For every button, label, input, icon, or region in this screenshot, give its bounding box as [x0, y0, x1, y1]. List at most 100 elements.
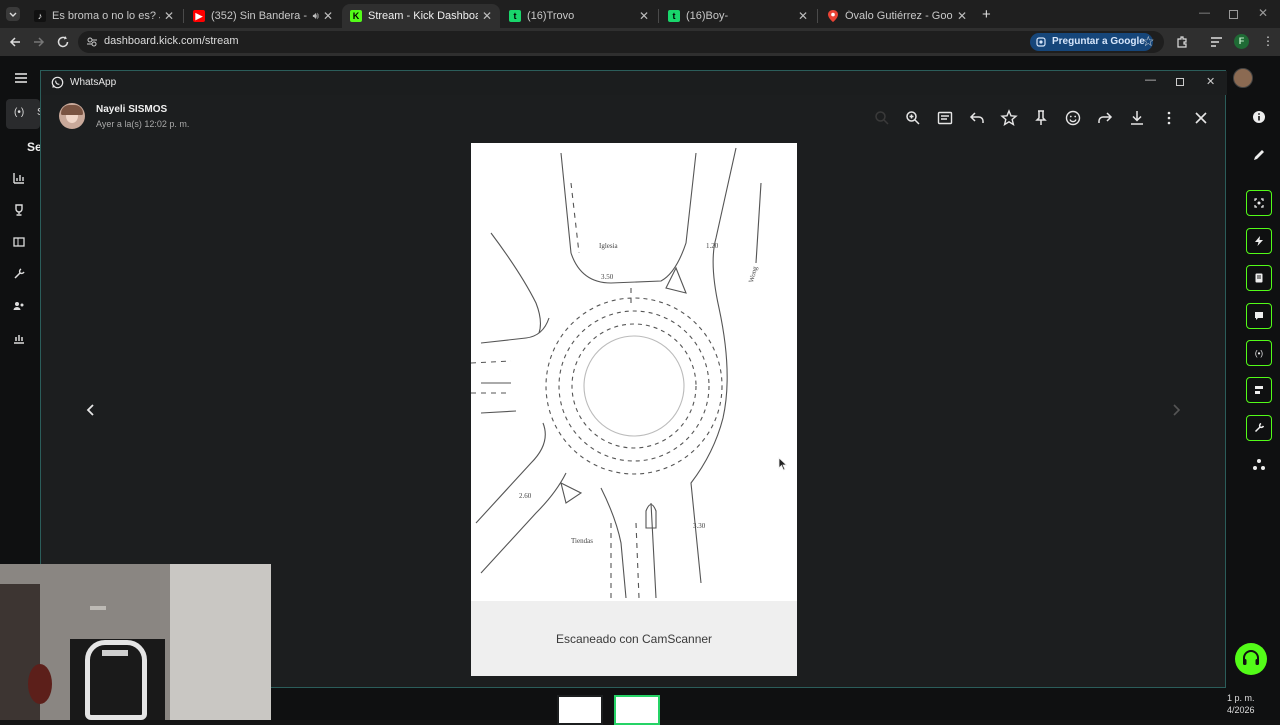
thumbnail-2-selected[interactable]: [614, 695, 660, 725]
close-tab-icon[interactable]: ✕: [798, 9, 808, 23]
focus-icon: [1254, 198, 1264, 208]
trophy-icon: [15, 204, 23, 216]
zoom-out-icon: [875, 111, 889, 125]
tab-tiktok[interactable]: ♪ Es broma o no lo es? JAJAJAJA ✕: [26, 4, 182, 28]
users-icon: [13, 302, 24, 310]
minimize-window-icon[interactable]: —: [1199, 7, 1210, 19]
thumbnail-1[interactable]: [557, 695, 603, 725]
sidebar-item-achievements[interactable]: [13, 204, 29, 218]
whatsapp-logo-icon: [51, 76, 64, 89]
close-window-icon[interactable]: ✕: [1206, 75, 1215, 88]
browser-toolbar: dashboard.kick.com/stream Preguntar a Go…: [0, 28, 1280, 56]
download-icon[interactable]: [1128, 109, 1146, 127]
svg-text:Wong: Wong: [747, 265, 759, 284]
profile-avatar[interactable]: F: [1234, 34, 1249, 49]
previous-image-icon[interactable]: [83, 402, 99, 418]
close-tab-icon[interactable]: ✕: [323, 9, 333, 23]
rail-button-broadcast[interactable]: (•): [1246, 340, 1272, 366]
tab-google-maps[interactable]: Óvalo Gutiérrez - Google Maps ✕: [819, 4, 975, 28]
edit-pencil-icon[interactable]: [1252, 148, 1266, 162]
trovo-icon: t: [509, 10, 521, 22]
forward-icon[interactable]: [1096, 109, 1114, 127]
tab-youtube[interactable]: ▶ (352) Sin Bandera - Kilómetros 🔊︎ ✕: [185, 4, 341, 28]
hamburger-menu-icon[interactable]: [14, 72, 28, 84]
pin-icon[interactable]: [1032, 109, 1050, 127]
maximize-window-icon[interactable]: [1176, 78, 1184, 86]
tab-trovo-boy[interactable]: t (16)Boy- ✕: [660, 4, 816, 28]
roundabout-sketch: Iglesia Wong Tiendas 3.50 1.20 2.60 3.30: [471, 147, 762, 599]
reload-icon[interactable]: [56, 35, 70, 49]
close-tab-icon[interactable]: ✕: [639, 9, 649, 23]
ask-google-button[interactable]: Preguntar a Google: [1030, 33, 1153, 51]
close-tab-icon[interactable]: ✕: [957, 9, 967, 23]
tab-search-button[interactable]: [6, 7, 20, 21]
broadcast-icon: (•): [14, 107, 25, 118]
svg-text:Tiendas: Tiendas: [571, 537, 593, 545]
tab-kick-dashboard[interactable]: K Stream - Kick Dashboard ✕: [342, 4, 500, 28]
rail-button-quick-actions[interactable]: [1246, 228, 1272, 254]
address-bar[interactable]: dashboard.kick.com/stream Preguntar a Go…: [78, 31, 1164, 53]
sidebar-item-layout[interactable]: [13, 236, 29, 250]
go-to-message-icon[interactable]: [936, 109, 954, 127]
close-window-icon[interactable]: ✕: [1258, 6, 1268, 20]
sidebar-item-analytics[interactable]: [13, 172, 29, 186]
trovo-icon: t: [668, 10, 680, 22]
reply-icon[interactable]: [968, 109, 986, 127]
sender-name: Nayeli SISMOS: [96, 104, 168, 115]
tiktok-icon: ♪: [34, 10, 46, 22]
emoji-react-icon[interactable]: [1064, 109, 1082, 127]
message-timestamp: Ayer a la(s) 12:02 p. m.: [96, 119, 190, 129]
site-info-icon[interactable]: [86, 36, 98, 48]
new-tab-icon[interactable]: +: [982, 6, 991, 23]
sidebar-item-community[interactable]: [13, 300, 29, 314]
reading-list-icon[interactable]: [1210, 36, 1224, 48]
app-title: WhatsApp: [70, 77, 117, 88]
support-chat-button[interactable]: [1235, 643, 1267, 675]
svg-text:2.60: 2.60: [519, 492, 532, 500]
kick-user-avatar[interactable]: [1233, 68, 1253, 88]
svg-text:3.30: 3.30: [693, 522, 706, 530]
tab-trovo[interactable]: t (16)Trovo ✕: [501, 4, 657, 28]
whatsapp-title-bar: WhatsApp — ✕: [41, 71, 1227, 95]
back-arrow-icon[interactable]: [8, 35, 22, 49]
wrench-icon: [1254, 423, 1264, 433]
svg-text:3.50: 3.50: [601, 273, 614, 281]
taskbar-time: 1 p. m.: [1227, 693, 1255, 703]
rail-button-tools[interactable]: [1246, 415, 1272, 441]
rail-button-scene[interactable]: [1246, 190, 1272, 216]
close-viewer-icon[interactable]: [1192, 109, 1210, 127]
forward-arrow-icon[interactable]: [32, 35, 46, 49]
sender-avatar[interactable]: [59, 103, 85, 129]
rail-button-notes[interactable]: [1246, 265, 1272, 291]
browser-tab-strip: ♪ Es broma o no lo es? JAJAJAJA ✕ ▶ (352…: [0, 0, 1280, 28]
bookmark-star-icon[interactable]: ☆: [1142, 33, 1155, 50]
close-tab-icon[interactable]: ✕: [482, 9, 492, 23]
rail-button-layout[interactable]: [1246, 377, 1272, 403]
url-text[interactable]: dashboard.kick.com/stream: [104, 35, 239, 47]
chevron-down-icon: [9, 12, 17, 17]
note-icon: [1255, 273, 1263, 283]
mouse-cursor-icon: [778, 457, 788, 471]
sidebar-item-payouts[interactable]: [13, 332, 29, 346]
more-options-icon[interactable]: [1160, 109, 1178, 127]
minimize-window-icon[interactable]: —: [1145, 74, 1156, 86]
integrations-icon[interactable]: [1252, 458, 1266, 472]
info-icon[interactable]: [1252, 110, 1266, 124]
next-image-icon[interactable]: [1168, 402, 1184, 418]
youtube-icon: ▶: [193, 10, 205, 22]
speaker-icon[interactable]: 🔊︎: [313, 11, 319, 22]
rail-button-chat[interactable]: [1246, 303, 1272, 329]
close-tab-icon[interactable]: ✕: [164, 9, 174, 23]
sidebar-item-tools[interactable]: [13, 268, 29, 282]
maximize-window-icon[interactable]: [1229, 10, 1238, 19]
broadcast-icon: (•): [1254, 348, 1264, 358]
scan-watermark-text: Escaneado con CamScanner: [555, 631, 713, 646]
browser-menu-icon[interactable]: ⋮: [1262, 34, 1274, 48]
sidebar-item-stream[interactable]: (•) S: [6, 99, 44, 129]
extensions-icon[interactable]: [1175, 35, 1189, 49]
star-icon[interactable]: [1000, 109, 1018, 127]
analytics-icon: [13, 173, 24, 184]
lightning-icon: [1255, 236, 1263, 246]
headset-icon: [1243, 650, 1259, 665]
zoom-in-icon[interactable]: [904, 109, 922, 127]
